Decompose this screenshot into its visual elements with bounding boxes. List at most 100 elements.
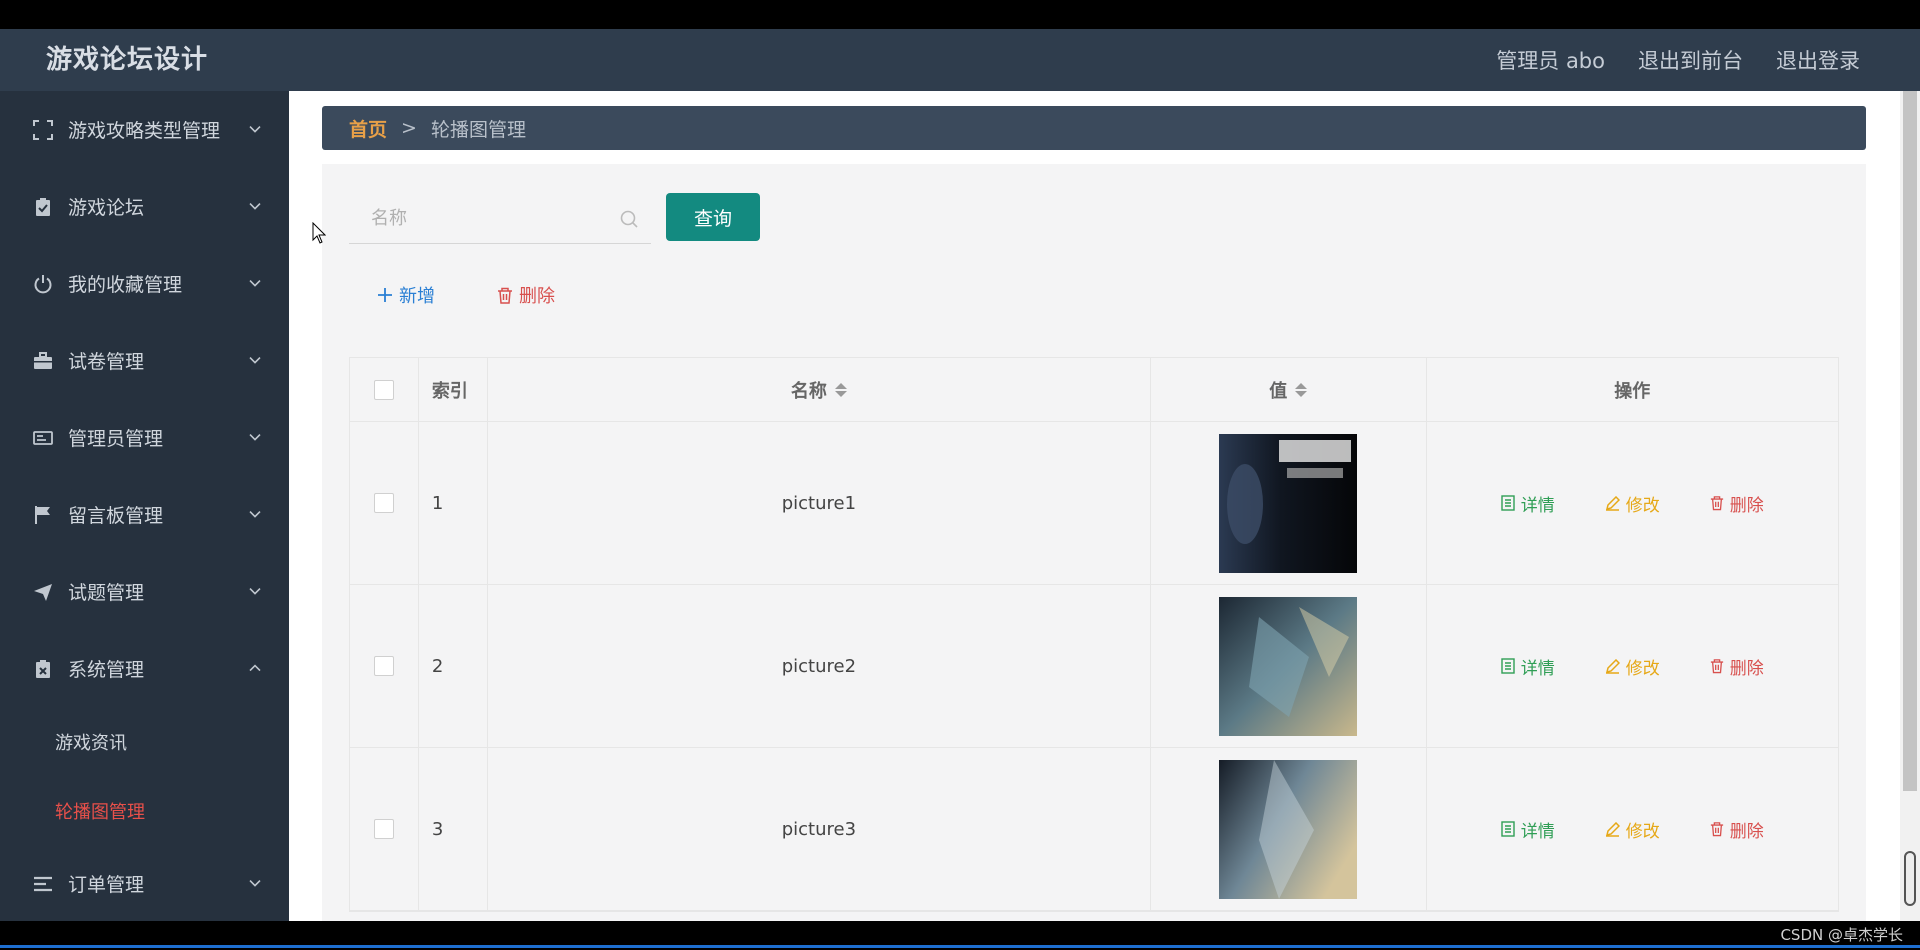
sidebar-item-label: 系统管理	[68, 659, 145, 681]
exit-to-front-link[interactable]: 退出到前台	[1638, 45, 1743, 75]
carousel-thumbnail[interactable]	[1219, 596, 1358, 736]
submenu-item-carousel[interactable]: 轮播图管理	[0, 776, 289, 845]
data-table: 索引 名称 值 操作 1 picture1 详情 修改 删除 2 picture…	[349, 357, 1839, 912]
chevron-down-icon	[249, 279, 261, 287]
pencil-icon	[1605, 495, 1620, 511]
app-title: 游戏论坛设计	[46, 45, 209, 75]
row-value	[1151, 422, 1427, 584]
document-icon	[1501, 495, 1515, 511]
add-button[interactable]: 新增	[377, 282, 435, 308]
edit-button[interactable]: 修改	[1605, 491, 1660, 516]
sidebar-item-label: 管理员管理	[68, 428, 164, 450]
trash-icon	[1710, 659, 1723, 674]
detail-button[interactable]: 详情	[1501, 654, 1555, 679]
row-checkbox[interactable]	[373, 493, 394, 513]
delete-label: 删除	[1729, 495, 1764, 516]
detail-button[interactable]: 详情	[1501, 491, 1555, 516]
expand-icon	[32, 119, 54, 141]
sidebar-item-message-board[interactable]: 留言板管理	[0, 476, 289, 553]
detail-label: 详情	[1520, 658, 1555, 679]
detail-label: 详情	[1520, 821, 1555, 842]
clipboard-check-icon	[32, 196, 54, 218]
breadcrumb: 首页 > 轮播图管理	[322, 106, 1866, 150]
scrollbar-thumb[interactable]	[1903, 91, 1917, 791]
list-icon	[32, 873, 54, 895]
sort-icon[interactable]	[1295, 382, 1308, 397]
pencil-icon	[1605, 821, 1620, 837]
query-button[interactable]: 查询	[666, 193, 760, 241]
flag-icon	[32, 504, 54, 526]
power-icon	[32, 273, 54, 295]
detail-button[interactable]: 详情	[1501, 817, 1555, 842]
plus-icon	[378, 288, 392, 302]
briefcase-icon	[32, 350, 54, 372]
carousel-thumbnail[interactable]	[1219, 759, 1358, 899]
trash-icon	[1710, 496, 1723, 511]
table-row: 2 picture2 详情 修改 删除	[350, 585, 1838, 748]
sidebar-item-exam-papers[interactable]: 试卷管理	[0, 322, 289, 399]
edit-button[interactable]: 修改	[1605, 654, 1660, 679]
table-header-row: 索引 名称 值 操作	[350, 358, 1838, 422]
header-actions: 管理员 abo 退出到前台 退出登录	[1496, 29, 1860, 91]
header-index: 索引	[419, 358, 488, 421]
vertical-scrollbar[interactable]	[1900, 91, 1920, 921]
row-check-cell	[350, 422, 419, 584]
id-card-icon	[32, 427, 54, 449]
chevron-down-icon	[249, 202, 261, 210]
edit-button[interactable]: 修改	[1605, 817, 1660, 842]
content-panel: 查询 新增 删除 索引 名称 值 操作	[322, 164, 1866, 921]
delete-button[interactable]: 删除	[1710, 817, 1764, 842]
sort-icon[interactable]	[834, 382, 847, 397]
sidebar-item-orders[interactable]: 订单管理	[0, 845, 289, 921]
row-checkbox[interactable]	[373, 656, 394, 676]
sidebar-item-label: 游戏论坛	[68, 197, 145, 219]
mouse-cursor-icon	[312, 222, 326, 244]
row-value	[1151, 585, 1427, 747]
scroll-indicator-icon	[1904, 851, 1916, 906]
header-value-label: 值	[1269, 380, 1288, 402]
search-input[interactable]	[371, 208, 611, 229]
carousel-thumbnail[interactable]	[1219, 433, 1358, 573]
row-operations: 详情 修改 删除	[1427, 585, 1838, 747]
breadcrumb-home[interactable]: 首页	[349, 115, 387, 142]
sidebar-item-game-guide-types[interactable]: 游戏攻略类型管理	[0, 91, 289, 168]
sidebar-item-label: 留言板管理	[68, 505, 164, 527]
app-header: 游戏论坛设计 管理员 abo 退出到前台 退出登录	[0, 29, 1920, 91]
search-icon	[620, 210, 638, 228]
chevron-down-icon	[249, 433, 261, 441]
sidebar-item-label: 订单管理	[68, 874, 145, 896]
submenu-item-game-news[interactable]: 游戏资讯	[0, 707, 289, 776]
row-index: 3	[419, 748, 488, 910]
search-field	[349, 194, 651, 244]
row-operations: 详情 修改 删除	[1427, 748, 1838, 910]
sidebar-item-questions[interactable]: 试题管理	[0, 553, 289, 630]
row-checkbox[interactable]	[373, 819, 394, 839]
sidebar: 游戏攻略类型管理 游戏论坛 我的收藏管理 试卷管理 管理员管理 留言板管理 试题…	[0, 91, 289, 921]
breadcrumb-current: 轮播图管理	[430, 118, 526, 141]
edit-label: 修改	[1625, 821, 1660, 842]
sidebar-item-system[interactable]: 系统管理	[0, 630, 289, 707]
header-value[interactable]: 值	[1151, 358, 1427, 421]
delete-button[interactable]: 删除	[1710, 654, 1764, 679]
chevron-down-icon	[249, 587, 261, 595]
row-value	[1151, 748, 1427, 910]
row-check-cell	[350, 748, 419, 910]
header-name[interactable]: 名称	[488, 358, 1151, 421]
table-row: 3 picture3 详情 修改 删除	[350, 748, 1838, 911]
document-icon	[1501, 821, 1515, 837]
logout-link[interactable]: 退出登录	[1776, 45, 1860, 75]
delete-label: 删除	[1729, 658, 1764, 679]
header-name-label: 名称	[790, 380, 827, 402]
table-row: 1 picture1 详情 修改 删除	[350, 422, 1838, 585]
delete-button[interactable]: 删除	[1710, 491, 1764, 516]
row-name: picture1	[488, 422, 1151, 584]
row-name: picture2	[488, 585, 1151, 747]
chevron-down-icon	[249, 125, 261, 133]
sidebar-item-my-favorites[interactable]: 我的收藏管理	[0, 245, 289, 322]
batch-delete-button[interactable]: 删除	[497, 282, 555, 308]
sidebar-item-game-forum[interactable]: 游戏论坛	[0, 168, 289, 245]
select-all-checkbox[interactable]	[373, 379, 394, 400]
watermark: CSDN @卓杰学长	[1780, 926, 1903, 944]
sidebar-item-admins[interactable]: 管理员管理	[0, 399, 289, 476]
row-operations: 详情 修改 删除	[1427, 422, 1838, 584]
